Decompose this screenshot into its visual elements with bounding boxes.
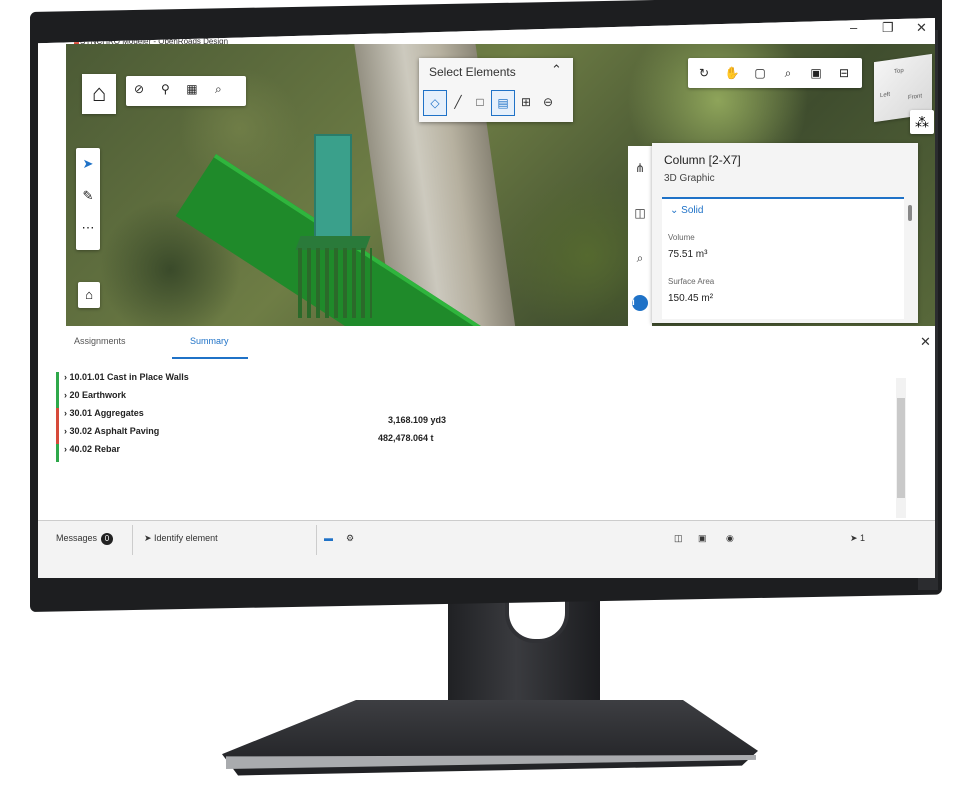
active-tab-indicator bbox=[172, 357, 248, 359]
messages-count: 0 bbox=[101, 533, 114, 545]
split-view-icon[interactable]: ◫ bbox=[674, 533, 683, 544]
selection-count-value: 1 bbox=[860, 533, 866, 543]
grid-view-icon[interactable]: ▬ bbox=[324, 533, 333, 543]
selection-target-icon[interactable]: ◇ bbox=[423, 90, 447, 116]
element-subtitle: 3D Graphic bbox=[664, 173, 715, 184]
list-item[interactable]: › 40.02 Rebar bbox=[56, 444, 120, 462]
rotate-icon[interactable]: ↻ bbox=[690, 66, 718, 80]
cube-face-left: Left bbox=[880, 91, 891, 100]
row-label: 30.02 Asphalt Paving bbox=[69, 426, 160, 436]
tool-icon[interactable]: ⚲ bbox=[154, 78, 176, 100]
status-bar: Messages 0 ➤ Identify element ▬ ⚙ ◫ ▣ ◉ ➤… bbox=[38, 520, 935, 578]
divider bbox=[132, 525, 133, 555]
view-toolbar-right: ↻ ✋ ▢ ⌕ ▣ ⊟ bbox=[688, 58, 862, 88]
zoom-icon[interactable]: ⌕ bbox=[207, 78, 229, 100]
element-title: Column [2-X7] bbox=[664, 153, 741, 167]
list-item[interactable]: › 10.01.01 Cast in Place Walls bbox=[56, 372, 189, 390]
solid-section: ⌄ Solid Volume 75.51 m³ Surface Area 150… bbox=[662, 197, 904, 319]
cube-face-front: Front bbox=[908, 93, 923, 102]
add-icon[interactable]: ⊞ bbox=[515, 90, 537, 114]
status-bar bbox=[56, 408, 59, 426]
search-icon[interactable]: ⌕ bbox=[628, 236, 652, 281]
tab-summary[interactable]: Summary bbox=[190, 336, 229, 346]
box-icon[interactable]: □ bbox=[469, 90, 491, 114]
properties-rail: ⋔ ◫ ⌕ i bbox=[628, 146, 652, 328]
minimize-button[interactable]: – bbox=[850, 20, 857, 35]
section-header[interactable]: ⌄ Solid bbox=[670, 205, 703, 216]
quantity-asphalt: 482,478.064 t bbox=[378, 433, 434, 443]
row-label: 40.02 Rebar bbox=[69, 444, 121, 454]
hierarchy-icon[interactable]: ⋔ bbox=[628, 146, 652, 191]
view-toolbar-left: ⊘ ⚲ ▦ ⌕ bbox=[126, 76, 246, 106]
identify-element[interactable]: ➤ Identify element bbox=[144, 533, 218, 544]
section-title: Solid bbox=[681, 205, 704, 216]
layers-icon[interactable]: ◉ bbox=[726, 533, 734, 544]
compare-icon[interactable]: ◫ bbox=[628, 191, 652, 236]
row-label: 30.01 Aggregates bbox=[69, 408, 144, 418]
piles bbox=[298, 248, 372, 318]
cube-face-top: Top bbox=[894, 67, 904, 76]
summary-list: › 10.01.01 Cast in Place Walls › 20 Eart… bbox=[48, 360, 935, 520]
pin-icon[interactable]: ✕ bbox=[920, 334, 931, 350]
monitor-screen: SYNCHRO Modeler - OpenRoads Design – ❐ ✕… bbox=[38, 18, 935, 578]
monitor-stand-base bbox=[222, 700, 758, 776]
list-item[interactable]: › 30.02 Asphalt Paving bbox=[56, 426, 159, 444]
volume-label: Volume bbox=[668, 233, 695, 242]
line-icon[interactable]: ╱ bbox=[447, 90, 469, 114]
row-label: 10.01.01 Cast in Place Walls bbox=[69, 372, 189, 382]
selection-count: ➤ 1 bbox=[850, 533, 866, 543]
fit-icon[interactable]: ▢ bbox=[746, 66, 774, 80]
zoom-icon[interactable]: ⌕ bbox=[774, 66, 802, 81]
properties-panel: Column [2-X7] 3D Graphic ⌄ Solid Volume … bbox=[652, 143, 918, 323]
maximize-button[interactable]: ❐ bbox=[882, 20, 894, 36]
volume-value: 75.51 m³ bbox=[668, 249, 708, 260]
measure-icon[interactable]: ⊘ bbox=[128, 78, 150, 100]
status-bar bbox=[56, 444, 59, 462]
camera-icon[interactable]: ⊟ bbox=[830, 66, 858, 80]
settings-icon[interactable]: ⚙ bbox=[346, 533, 354, 544]
tab-assignments[interactable]: Assignments bbox=[74, 336, 126, 346]
bottom-tabs: Assignments Summary ✕ bbox=[66, 326, 935, 361]
list-item[interactable]: › 20 Earthwork bbox=[56, 390, 126, 408]
select-filter-icon[interactable]: ▤ bbox=[491, 90, 515, 116]
properties-scrollbar[interactable] bbox=[908, 205, 912, 221]
status-bar bbox=[56, 390, 59, 408]
image-icon[interactable]: ▣ bbox=[698, 533, 707, 544]
list-item[interactable]: › 30.01 Aggregates bbox=[56, 408, 144, 426]
quantity-aggregates: 3,168.109 yd3 bbox=[388, 415, 447, 425]
pan-icon[interactable]: ✋ bbox=[718, 66, 746, 80]
scrollbar-thumb[interactable] bbox=[897, 398, 905, 498]
list-scrollbar[interactable] bbox=[896, 378, 906, 518]
select-tools: ◇ ╱ □ ▤ ⊞ ⊖ bbox=[423, 90, 559, 116]
more-icon[interactable]: ⋯ bbox=[76, 212, 100, 244]
surface-area-value: 150.45 m² bbox=[668, 293, 714, 304]
cursor-icon[interactable]: ➤ bbox=[76, 148, 100, 180]
identify-label: Identify element bbox=[154, 533, 218, 543]
left-toolbar: ➤ ✎ ⋯ bbox=[76, 148, 100, 250]
status-bar bbox=[56, 426, 59, 444]
pencil-icon[interactable]: ✎ bbox=[76, 180, 100, 212]
select-elements-panel: Select Elements ⌃ ◇ ╱ □ ▤ ⊞ ⊖ bbox=[419, 58, 573, 122]
grid-icon[interactable]: ▦ bbox=[181, 78, 203, 100]
status-bar bbox=[56, 372, 59, 390]
row-label: 20 Earthwork bbox=[69, 390, 127, 400]
surface-area-label: Surface Area bbox=[668, 277, 715, 286]
select-panel-title: Select Elements bbox=[429, 65, 516, 79]
close-button[interactable]: ✕ bbox=[916, 20, 927, 36]
divider bbox=[316, 525, 317, 555]
home-icon[interactable]: ⌂ bbox=[82, 74, 116, 114]
tag-icon[interactable]: ⌂ bbox=[78, 282, 100, 308]
chevron-up-icon[interactable]: ⌃ bbox=[551, 62, 562, 78]
bridge-column[interactable] bbox=[314, 134, 352, 248]
section-icon[interactable]: ▣ bbox=[802, 66, 830, 80]
walk-icon[interactable]: ⁂ bbox=[910, 110, 934, 134]
messages-button[interactable]: Messages 0 bbox=[56, 533, 114, 545]
remove-icon[interactable]: ⊖ bbox=[537, 90, 559, 114]
info-icon[interactable]: i bbox=[632, 295, 648, 311]
messages-label: Messages bbox=[56, 533, 98, 543]
